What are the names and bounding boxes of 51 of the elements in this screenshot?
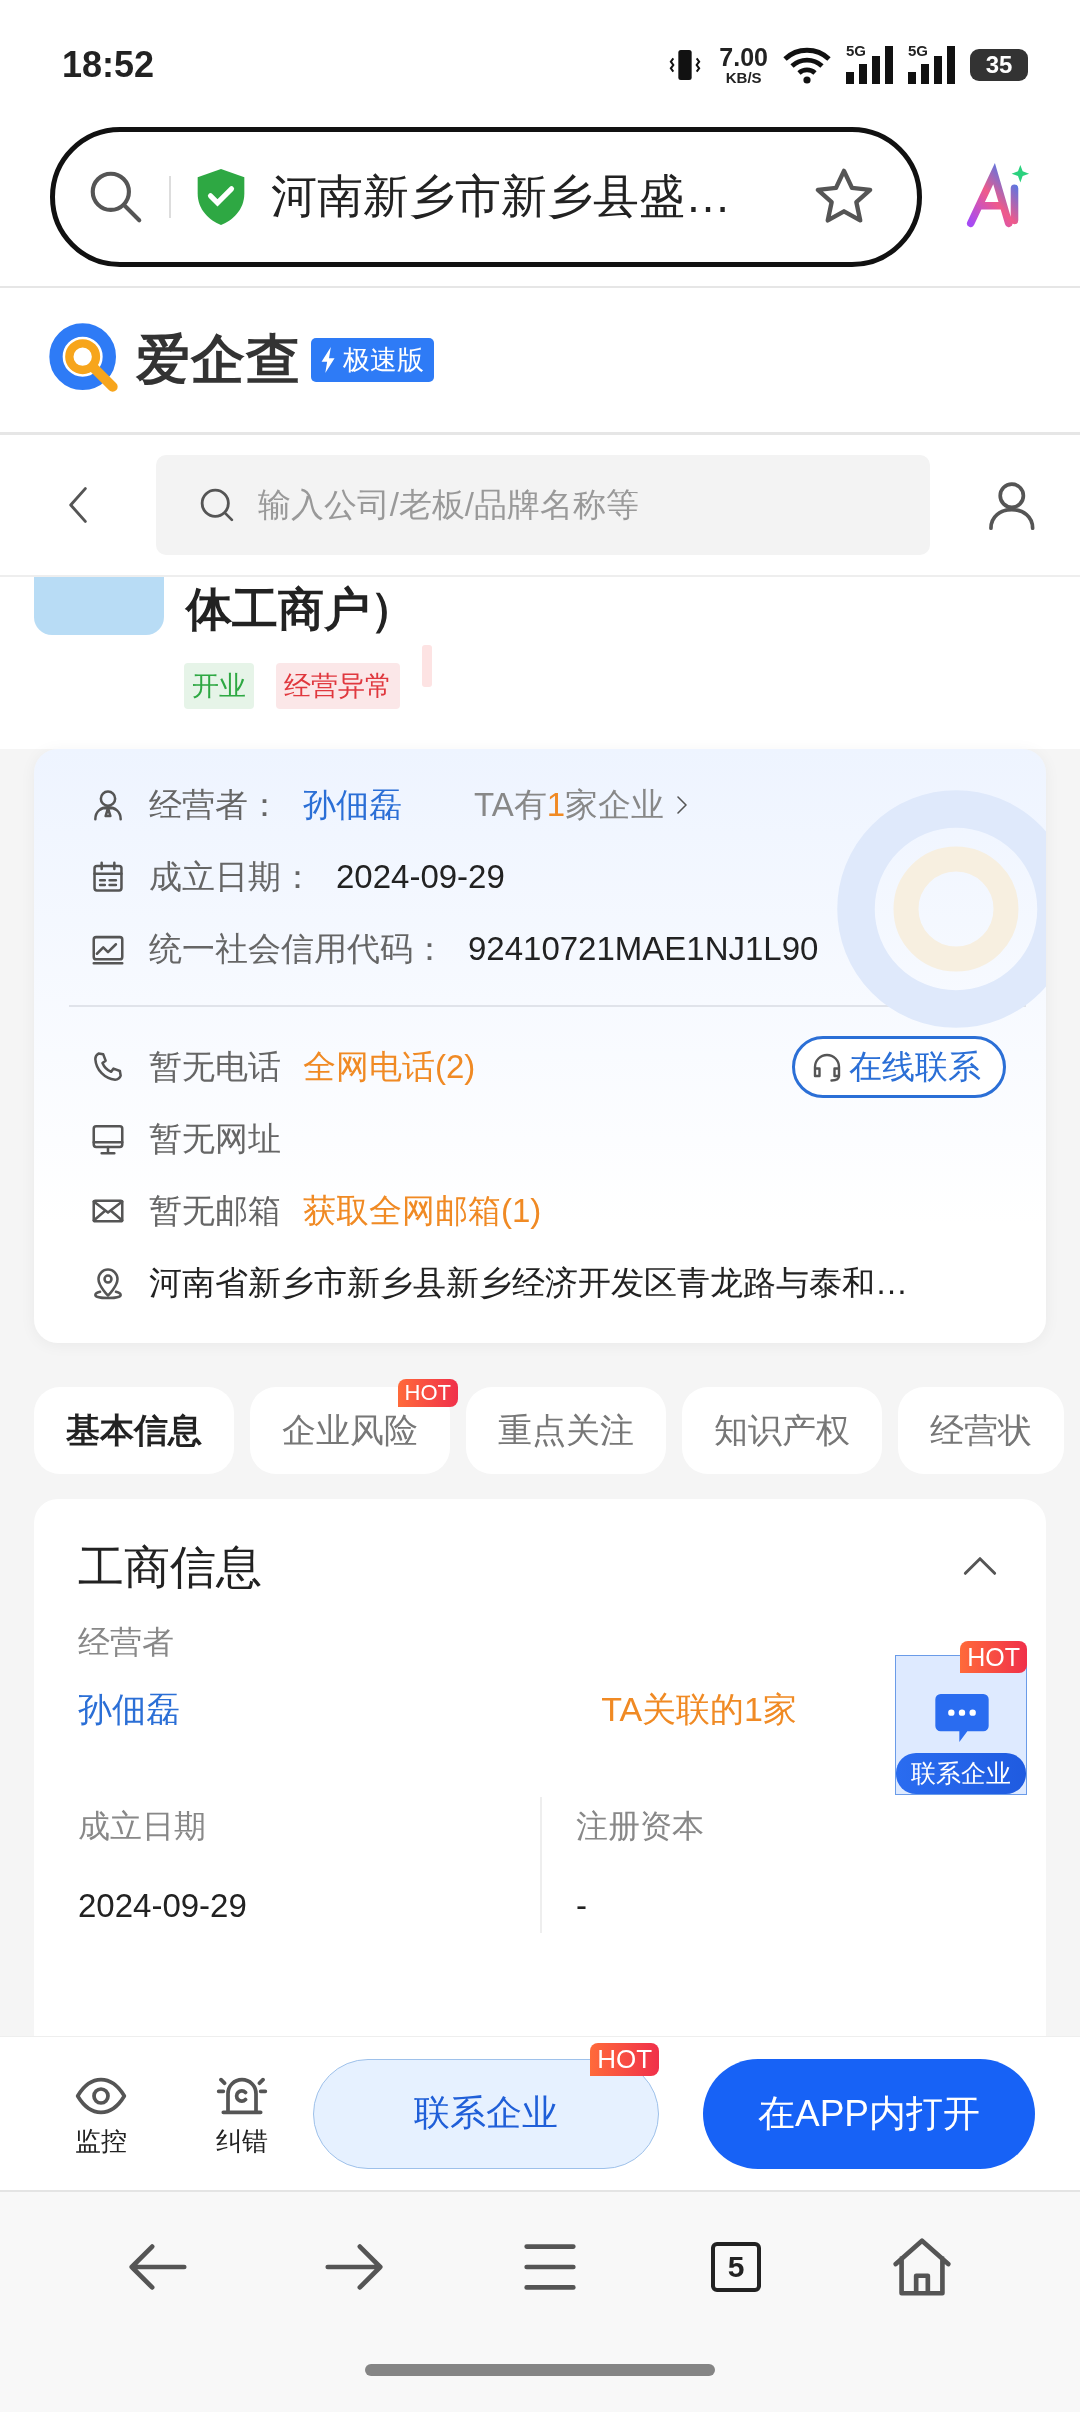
tab-count-button[interactable]: 5 bbox=[711, 2242, 761, 2292]
online-contact-button[interactable]: 在线联系 bbox=[792, 1036, 1006, 1098]
status-tag: 开业 bbox=[184, 663, 254, 709]
net-speed-unit: KB/S bbox=[725, 70, 762, 85]
section-title: 工商信息 bbox=[78, 1540, 262, 1595]
net-speed: 7.00 bbox=[719, 45, 768, 70]
status-time: 18:52 bbox=[62, 44, 156, 86]
address-text: 河南省新乡市新乡县新乡经济开发区青龙路与泰和… bbox=[149, 1262, 908, 1303]
edition-badge: 极速版 bbox=[311, 338, 434, 382]
search-field[interactable]: 输入公司/老板/品牌名称等 bbox=[155, 455, 931, 555]
url-text: 河南新乡市新乡县盛… bbox=[271, 169, 732, 224]
contact-text: 暂无网址 bbox=[149, 1118, 281, 1159]
section-tab[interactable]: 重点关注 bbox=[466, 1387, 666, 1474]
hot-badge: HOT bbox=[397, 1379, 458, 1408]
contact-text: 暂无电话 bbox=[149, 1046, 281, 1087]
field-value: - bbox=[576, 1887, 588, 1925]
field-label: 注册资本 bbox=[576, 1807, 705, 1846]
operator-name[interactable]: 孙佃磊 bbox=[78, 1687, 180, 1733]
related-companies-link[interactable]: TA关联的1家 bbox=[601, 1687, 797, 1733]
battery-level: 35 bbox=[970, 49, 1028, 81]
logo-text: 爱企查 bbox=[136, 327, 301, 391]
section-tab[interactable]: 经营状 bbox=[898, 1387, 1064, 1474]
company-title: 体工商户） bbox=[186, 582, 416, 637]
wifi-icon bbox=[782, 45, 832, 85]
signal-icon bbox=[846, 46, 894, 84]
hot-badge: HOT bbox=[590, 2042, 660, 2076]
field-label: 成立日期： bbox=[149, 856, 314, 897]
status-tag: 经营异常 bbox=[276, 663, 400, 709]
signal-icon bbox=[908, 46, 956, 84]
contact-text: 暂无邮箱 bbox=[149, 1190, 281, 1231]
contact-link[interactable]: 获取全网邮箱(1) bbox=[303, 1188, 542, 1234]
field-label: 统一社会信用代码： bbox=[149, 928, 446, 969]
field-label: 成立日期 bbox=[78, 1807, 207, 1846]
contact-link[interactable]: 全网电话(2) bbox=[303, 1044, 476, 1090]
related-companies-link[interactable]: TA有1家企业 bbox=[474, 782, 695, 828]
operator-name[interactable]: 孙佃磊 bbox=[303, 782, 402, 828]
field-value: 92410721MAE1NJ1L90 bbox=[468, 930, 819, 968]
network-type: 5G bbox=[908, 42, 928, 59]
open-in-app-button[interactable]: 在APP内打开 bbox=[703, 2058, 1035, 2169]
toolbar-tool[interactable]: 监控 bbox=[60, 2068, 143, 2159]
field-value: 2024-09-29 bbox=[78, 1887, 248, 1925]
tag-fragment bbox=[422, 645, 432, 687]
section-tab[interactable]: 基本信息 bbox=[34, 1387, 234, 1474]
network-type: 5G bbox=[846, 42, 866, 59]
field-label: 经营者 bbox=[78, 1623, 174, 1662]
hot-badge: HOT bbox=[960, 1641, 1027, 1673]
operator-label: 经营者： bbox=[149, 784, 281, 825]
address-bar[interactable]: 河南新乡市新乡县盛… bbox=[50, 127, 922, 267]
toolbar-tool[interactable]: 纠错 bbox=[200, 2068, 284, 2159]
field-value: 2024-09-29 bbox=[336, 858, 505, 896]
section-tab[interactable]: 知识产权 bbox=[682, 1387, 882, 1474]
